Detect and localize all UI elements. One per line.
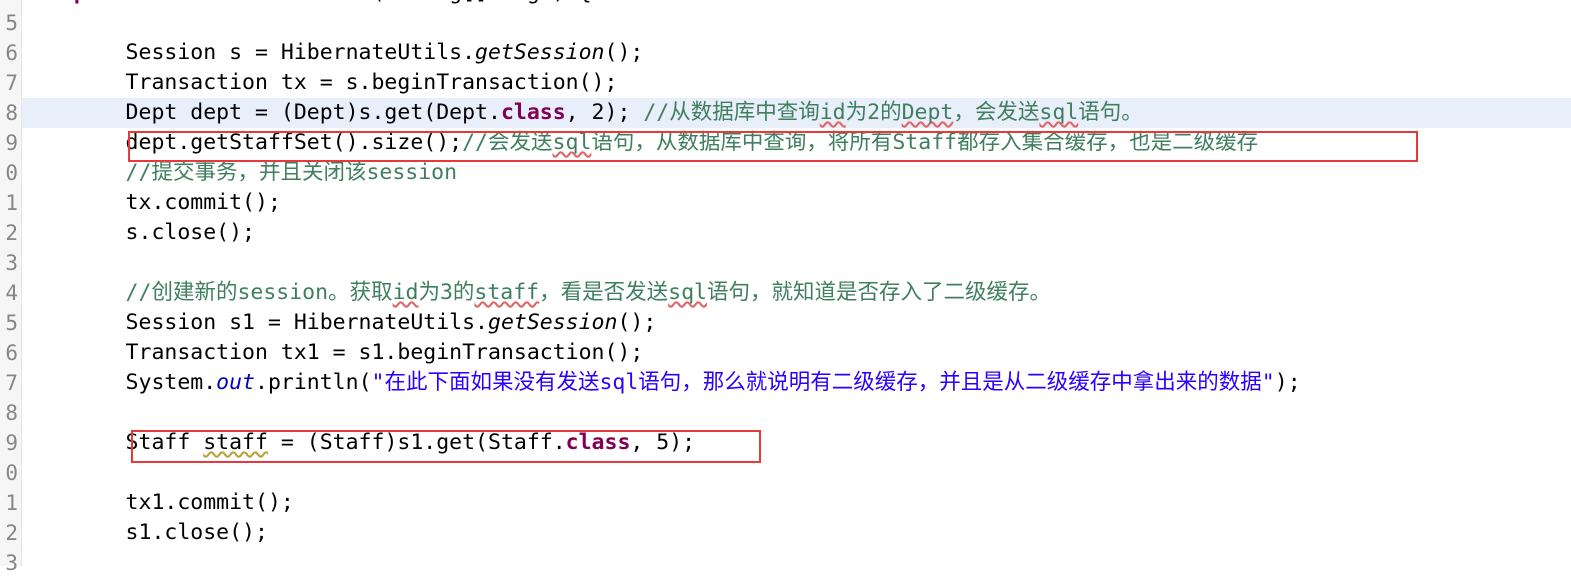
code-token: (); — [617, 310, 657, 335]
code-line-text: //提交事务，并且关闭该session — [22, 158, 458, 188]
line-s1-close[interactable]: s1.close(); — [0, 518, 1571, 548]
code-token: ，看是否发送 — [539, 280, 669, 305]
code-token: Staff — [892, 130, 958, 155]
code-token: Transaction tx1 = s1.beginTransaction(); — [22, 340, 644, 365]
line-public-static-void-main[interactable]: public static void main(String[] args) { — [0, 0, 1571, 8]
code-token: public static void — [74, 0, 320, 5]
line-tx-commit[interactable]: tx.commit(); — [0, 188, 1571, 218]
code-token: Dept dept = (Dept)s.get(Dept. — [22, 100, 501, 125]
code-token: 为2的 — [845, 100, 902, 125]
line-blank-3[interactable] — [0, 398, 1571, 428]
code-token: //提交事务，并且关闭该session — [22, 160, 458, 185]
code-token: sql — [668, 280, 707, 305]
code-line-text: Staff staff = (Staff)s1.get(Staff.class,… — [22, 428, 696, 458]
code-token: , 2); — [565, 100, 644, 125]
code-token: Dept — [901, 100, 954, 125]
code-token: getSession — [488, 310, 618, 335]
code-token: //会发送 — [462, 130, 553, 155]
line-dept-get[interactable]: Dept dept = (Dept)s.get(Dept.class, 2); … — [0, 98, 1571, 128]
line-getstaffset-size[interactable]: dept.getStaffSet().size();//会发送sql语句，从数据… — [0, 128, 1571, 158]
line-comment-commit-close[interactable]: //提交事务，并且关闭该session — [0, 158, 1571, 188]
code-token: dept.getStaffSet().size(); — [22, 130, 463, 155]
line-session-s[interactable]: Session s = HibernateUtils.getSession(); — [0, 38, 1571, 68]
code-token: Staff — [22, 430, 204, 455]
code-token: (); — [604, 40, 644, 65]
code-token: //从数据库中查询 — [643, 100, 820, 125]
code-token: 语句，从数据库中查询，将所有 — [591, 130, 893, 155]
code-token: = (Staff)s1.get(Staff. — [267, 430, 566, 455]
code-token: 都存入集合缓存，也是二级缓存 — [957, 130, 1259, 155]
code-token: getSession — [475, 40, 605, 65]
code-token: tx1.commit(); — [22, 490, 294, 515]
code-token: out — [216, 370, 256, 395]
code-token: staff — [203, 430, 268, 455]
line-blank-5[interactable] — [0, 548, 1571, 578]
code-token: tx.commit(); — [22, 190, 281, 215]
code-token: sql — [1039, 100, 1079, 125]
code-token: //创建新的session。获取 — [22, 280, 393, 305]
code-token: class — [565, 430, 631, 455]
code-token: id — [819, 100, 846, 125]
code-token: class — [500, 100, 566, 125]
code-line-text: Transaction tx1 = s1.beginTransaction(); — [22, 338, 644, 368]
line-session-s1[interactable]: Session s1 = HibernateUtils.getSession()… — [0, 308, 1571, 338]
line-s-close[interactable]: s.close(); — [0, 218, 1571, 248]
line-tx1-commit[interactable]: tx1.commit(); — [0, 488, 1571, 518]
code-line-text: Session s = HibernateUtils.getSession(); — [22, 38, 644, 68]
code-token: Session s = HibernateUtils. — [22, 40, 476, 65]
line-blank-2[interactable] — [0, 248, 1571, 278]
code-line-text: tx.commit(); — [22, 188, 281, 218]
code-token: id — [392, 280, 419, 305]
code-line-text: public static void main(String[] args) { — [22, 0, 592, 8]
code-editor[interactable]: public static void main(String[] args) {… — [0, 0, 1571, 575]
code-token: main(String[] args) { — [320, 0, 592, 5]
code-line-text: Session s1 = HibernateUtils.getSession()… — [22, 308, 657, 338]
line-blank-1[interactable] — [0, 8, 1571, 38]
code-token: 为3的 — [418, 280, 475, 305]
code-line-text: tx1.commit(); — [22, 488, 294, 518]
code-token: s.close(); — [22, 220, 255, 245]
code-token: 语句。 — [1078, 100, 1143, 125]
code-token: s1.close(); — [22, 520, 268, 545]
code-line-text: s.close(); — [22, 218, 255, 248]
code-token: System. — [22, 370, 217, 395]
code-token: , 5); — [630, 430, 696, 455]
code-line-text: dept.getStaffSet().size();//会发送sql语句，从数据… — [22, 128, 1259, 158]
code-line-text: Transaction tx = s.beginTransaction(); — [22, 68, 618, 98]
line-transaction-tx[interactable]: Transaction tx = s.beginTransaction(); — [0, 68, 1571, 98]
code-token: ，会发送 — [953, 100, 1040, 125]
line-comment-new-session[interactable]: //创建新的session。获取id为3的staff，看是否发送sql语句，就知… — [0, 278, 1571, 308]
code-token: .println( — [255, 370, 372, 395]
code-token: 语句，就知道是否存入了二级缓存。 — [707, 280, 1052, 305]
code-line-text: //创建新的session。获取id为3的staff，看是否发送sql语句，就知… — [22, 278, 1051, 308]
code-line-text: s1.close(); — [22, 518, 268, 548]
code-token: Transaction tx = s.beginTransaction(); — [22, 70, 618, 95]
line-blank-4[interactable] — [0, 458, 1571, 488]
code-area[interactable]: public static void main(String[] args) {… — [0, 0, 1571, 566]
line-sysout-println[interactable]: System.out.println("在此下面如果没有发送sql语句，那么就说… — [0, 368, 1571, 398]
line-staff-get[interactable]: Staff staff = (Staff)s1.get(Staff.class,… — [0, 428, 1571, 458]
code-token: ); — [1274, 370, 1301, 395]
code-line-text: System.out.println("在此下面如果没有发送sql语句，那么就说… — [22, 368, 1301, 398]
code-token: sql — [552, 130, 592, 155]
code-token: "在此下面如果没有发送sql语句，那么就说明有二级缓存，并且是从二级缓存中拿出来… — [371, 370, 1275, 395]
code-line-text: Dept dept = (Dept)s.get(Dept.class, 2); … — [22, 98, 1143, 128]
code-token: staff — [474, 280, 540, 305]
line-transaction-tx1[interactable]: Transaction tx1 = s1.beginTransaction(); — [0, 338, 1571, 368]
code-token: Session s1 = HibernateUtils. — [22, 310, 488, 335]
